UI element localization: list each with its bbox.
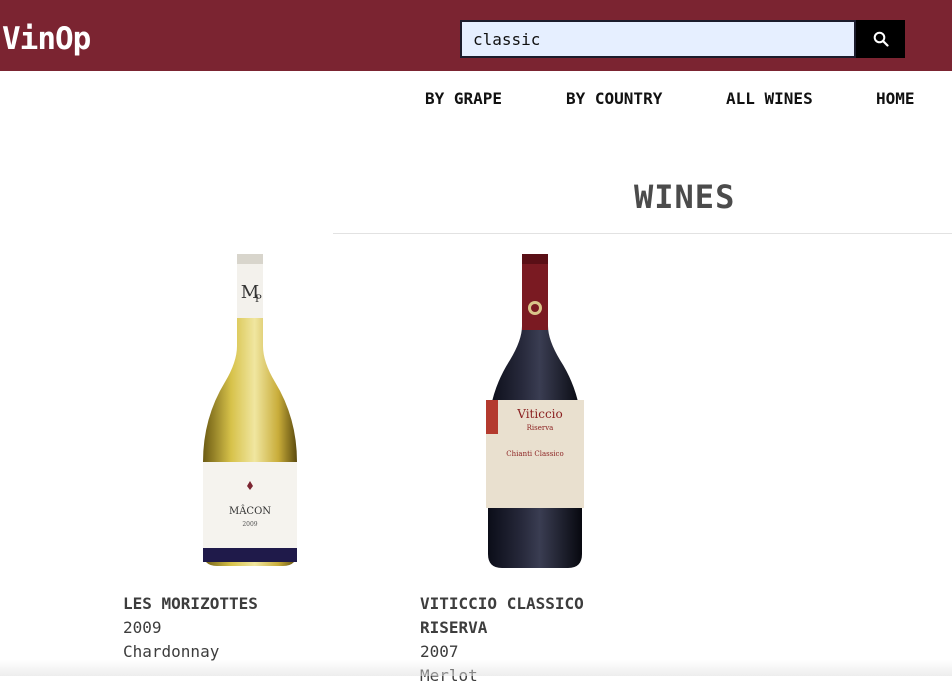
page-title: WINES <box>634 178 736 216</box>
search-icon <box>873 31 889 47</box>
top-bar: VinOp <box>0 0 952 71</box>
svg-text:MÂCON: MÂCON <box>229 505 271 517</box>
site-logo[interactable]: VinOp <box>2 19 91 59</box>
wine-year: 2009 <box>123 618 162 637</box>
nav-all-wines[interactable]: ALL WINES <box>726 88 813 110</box>
title-divider <box>333 233 952 234</box>
wine-bottle-image[interactable]: Viticcio Riserva Chianti Classico <box>480 250 590 572</box>
wine-name-line: VITICCIO CLASSICO <box>420 594 584 613</box>
svg-text:P: P <box>255 294 262 305</box>
wine-name-line: RISERVA <box>420 618 488 637</box>
nav-by-grape[interactable]: BY GRAPE <box>425 88 502 110</box>
wine-name[interactable]: VITICCIO CLASSICO RISERVA <box>420 592 584 640</box>
wine-name[interactable]: LES MORIZOTTES <box>123 592 258 616</box>
svg-text:Chianti Classico: Chianti Classico <box>506 450 563 458</box>
nav-home[interactable]: HOME <box>876 88 915 110</box>
svg-text:Riserva: Riserva <box>527 424 554 432</box>
search-button[interactable] <box>856 20 905 58</box>
bottom-shadow <box>0 660 952 676</box>
nav-by-country[interactable]: BY COUNTRY <box>566 88 662 110</box>
svg-text:2009: 2009 <box>242 521 257 528</box>
wine-bottle-image[interactable]: M P MÂCON 2009 <box>195 250 305 572</box>
search-input[interactable] <box>460 20 856 58</box>
main-nav: BY GRAPE BY COUNTRY ALL WINES HOME <box>0 88 952 112</box>
svg-text:Viticcio: Viticcio <box>516 407 562 421</box>
wine-info: LES MORIZOTTES 2009 Chardonnay <box>123 592 258 664</box>
